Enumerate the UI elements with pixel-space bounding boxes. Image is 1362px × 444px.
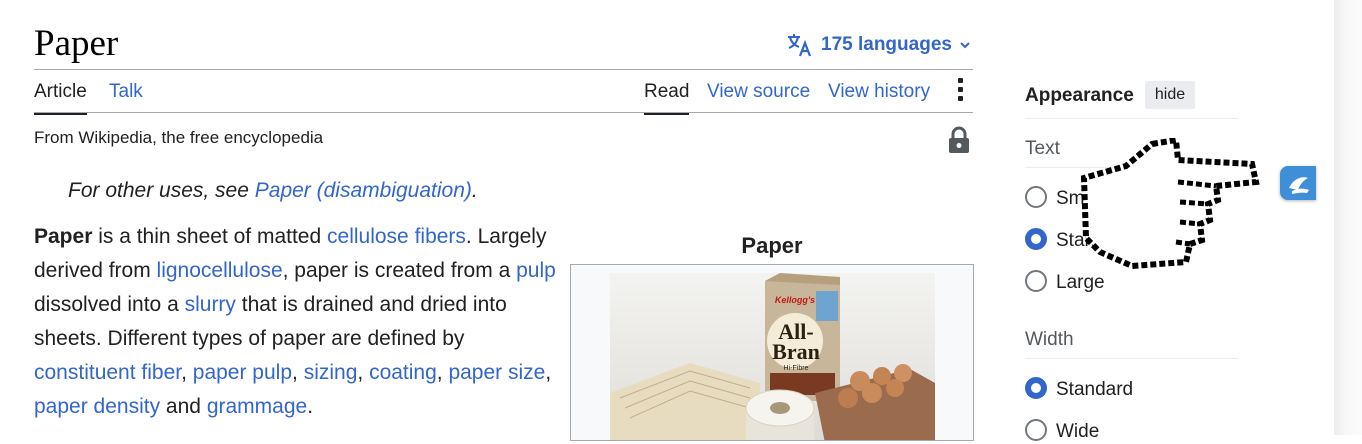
link-grammage[interactable]: grammage	[207, 395, 307, 418]
width-wide-radio[interactable]	[1025, 419, 1047, 441]
tab-talk[interactable]: Talk	[109, 80, 143, 112]
link-sizing[interactable]: sizing	[304, 361, 358, 384]
link-constituent-fiber[interactable]: constituent fiber	[34, 361, 181, 384]
text-standard-radio[interactable]	[1025, 228, 1047, 250]
translate-icon	[788, 34, 812, 57]
text-small-radio[interactable]	[1025, 186, 1047, 208]
tab-read[interactable]: Read	[644, 80, 690, 115]
lock-icon[interactable]	[948, 126, 970, 154]
width-section-divider	[1025, 358, 1238, 359]
text: .	[307, 395, 314, 418]
text: ,	[181, 361, 193, 384]
link-paper-size[interactable]: paper size	[448, 361, 545, 384]
link-paper-density[interactable]: paper density	[34, 395, 160, 418]
link-cellulose-fibers[interactable]: cellulose fibers	[327, 225, 466, 248]
link-pulp[interactable]: pulp	[516, 259, 556, 282]
tab-article[interactable]: Article	[34, 80, 87, 115]
site-tagline: From Wikipedia, the free encyclopedia	[34, 128, 324, 147]
hand-pointer-cursor	[1080, 138, 1260, 270]
text: ,	[292, 361, 304, 384]
text-section-label: Text	[1025, 138, 1060, 159]
infobox: Kellogg's All- Bran Hi-Fibre	[570, 264, 974, 441]
width-wide-label[interactable]: Wide	[1056, 420, 1099, 444]
lead-paragraph: Paper is a thin sheet of matted cellulos…	[34, 220, 562, 424]
box-brand: Kellogg's	[775, 295, 815, 305]
chevron-down-icon	[960, 42, 970, 49]
text: is a thin sheet of matted	[92, 225, 328, 248]
text: ,	[357, 361, 370, 384]
page-title: Paper	[34, 23, 119, 64]
tab-view-source[interactable]: View source	[707, 80, 810, 112]
appearance-divider	[1025, 118, 1238, 119]
link-lignocellulose[interactable]: lignocellulose	[157, 259, 283, 282]
text: , paper is created from a	[282, 259, 517, 282]
width-standard-radio[interactable]	[1025, 377, 1047, 399]
language-button[interactable]: 175 languages	[787, 30, 971, 60]
bold-term: Paper	[34, 225, 93, 248]
paper-products-illustration: Kellogg's All- Bran Hi-Fibre	[610, 273, 935, 440]
link-slurry[interactable]: slurry	[185, 293, 236, 316]
width-section-label: Width	[1025, 329, 1074, 350]
tabs-divider	[34, 112, 973, 113]
width-standard-label[interactable]: Standard	[1056, 378, 1133, 402]
box-name-2: Bran	[772, 339, 820, 364]
language-count: 175 languages	[821, 34, 952, 55]
extension-icon[interactable]	[1280, 166, 1316, 200]
hatnote: For other uses, see Paper (disambiguatio…	[68, 178, 478, 204]
hatnote-period: .	[471, 179, 478, 202]
hide-button[interactable]: hide	[1145, 81, 1195, 109]
disambiguation-link[interactable]: Paper (disambiguation)	[255, 179, 472, 202]
hatnote-text: For other uses, see	[68, 179, 255, 202]
infobox-image[interactable]: Kellogg's All- Bran Hi-Fibre	[610, 273, 935, 440]
text: ,	[545, 361, 552, 384]
text-large-radio[interactable]	[1025, 270, 1047, 292]
link-paper-pulp[interactable]: paper pulp	[193, 361, 292, 384]
page-edge-shadow	[1334, 0, 1362, 435]
link-coating[interactable]: coating	[369, 361, 437, 384]
more-vertical-icon[interactable]	[953, 78, 967, 106]
text: and	[160, 395, 207, 418]
appearance-title: Appearance	[1025, 85, 1134, 106]
box-sub: Hi-Fibre	[784, 365, 809, 372]
text: dissolved into a	[34, 293, 185, 316]
tab-view-history[interactable]: View history	[828, 80, 930, 112]
title-divider	[34, 69, 973, 70]
text: ,	[436, 361, 449, 384]
text-large-label[interactable]: Large	[1056, 271, 1105, 295]
infobox-caption: Paper	[741, 233, 803, 258]
